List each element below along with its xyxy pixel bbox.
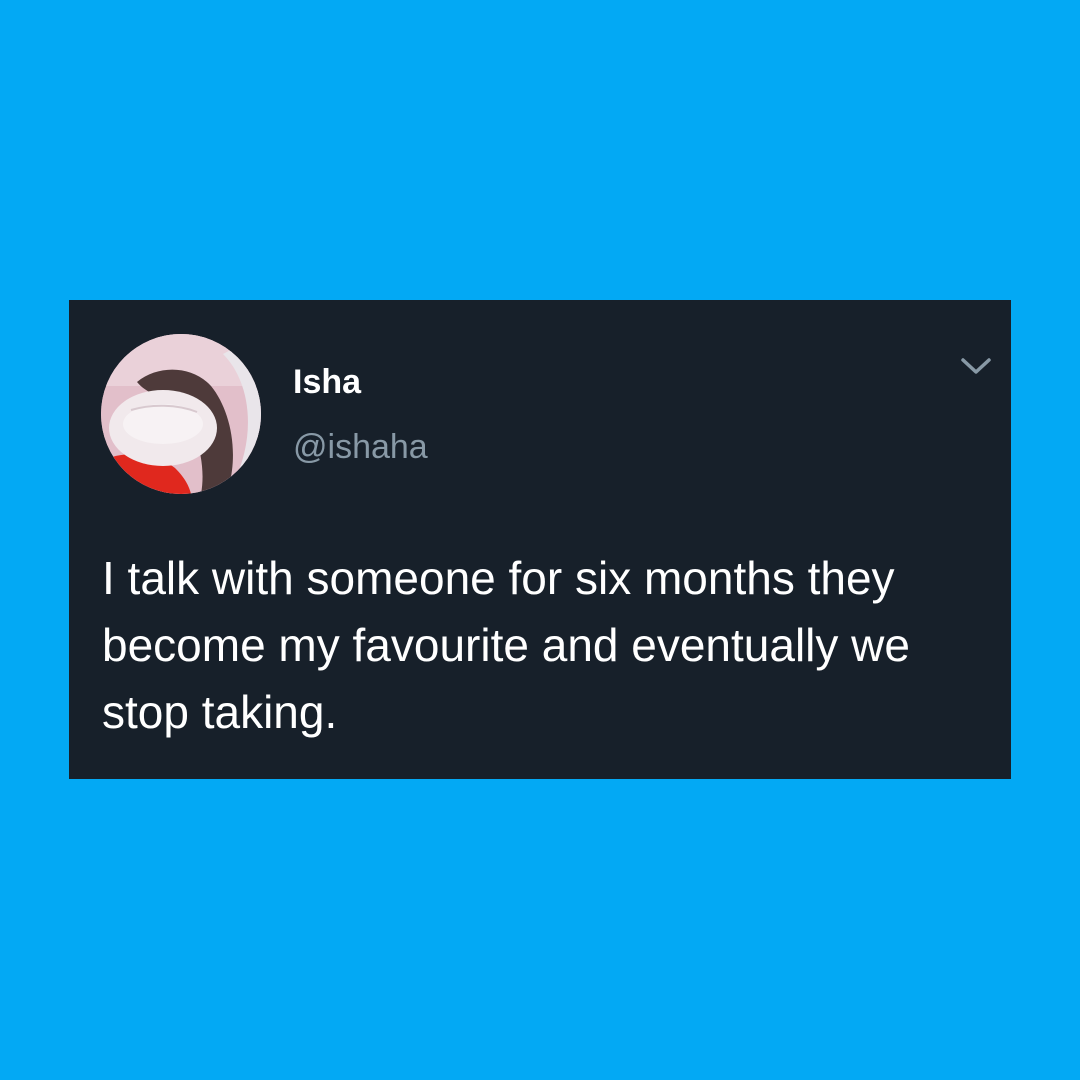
tweet-card: Isha @ishaha I talk with someone for six…	[69, 300, 1011, 779]
user-handle[interactable]: @ishaha	[293, 426, 428, 468]
tweet-text: I talk with someone for six months they …	[102, 552, 910, 738]
display-name[interactable]: Isha	[293, 362, 361, 402]
avatar-photo	[101, 334, 261, 494]
chevron-down-icon[interactable]	[959, 356, 993, 378]
avatar[interactable]	[101, 334, 261, 494]
